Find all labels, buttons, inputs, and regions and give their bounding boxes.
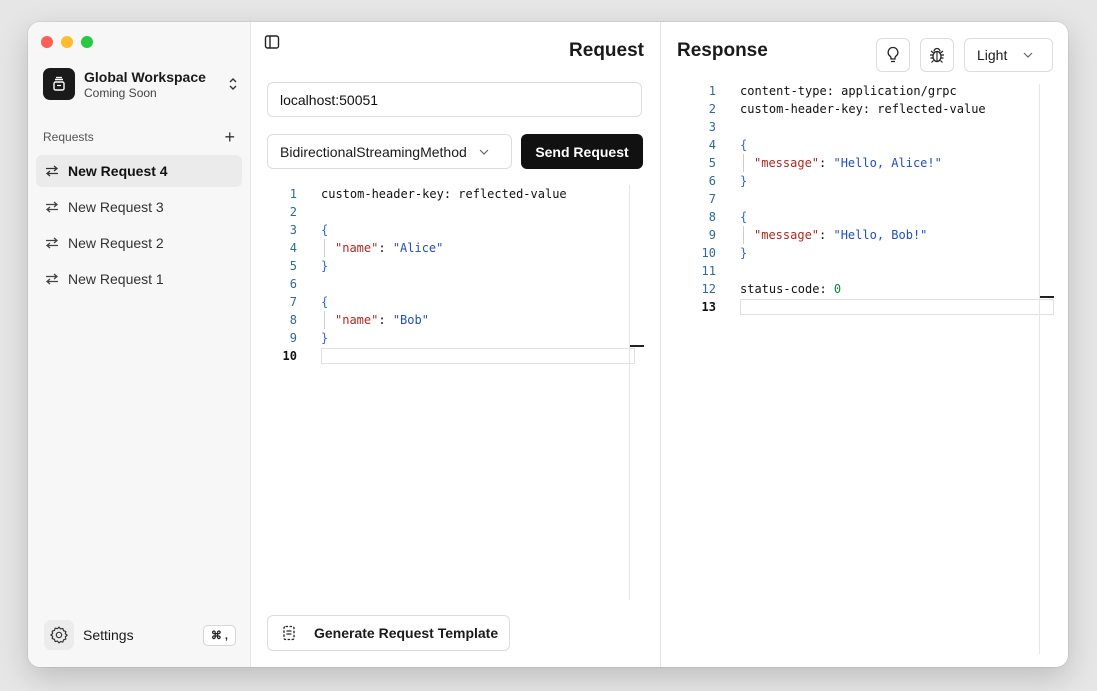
- arrows-left-right-icon: [45, 237, 59, 249]
- line-number: 4: [289, 241, 297, 255]
- line-number: 13: [701, 300, 716, 314]
- request-scroll-marker: [630, 345, 644, 347]
- sidebar: Global Workspace Coming Soon Requests + …: [28, 22, 251, 667]
- minimize-window-button[interactable]: [61, 36, 73, 48]
- gear-icon: [44, 620, 74, 650]
- debug-button[interactable]: [920, 38, 954, 72]
- workspace-title: Global Workspace: [84, 68, 206, 85]
- request-panel: Request BidirectionalStreamingMethod Sen…: [251, 22, 661, 667]
- arrows-left-right-icon: [45, 273, 59, 285]
- code-line: }: [321, 331, 329, 345]
- workspace-logo: [43, 68, 75, 100]
- hint-button[interactable]: [876, 38, 910, 72]
- sidebar-item-new-request-4[interactable]: New Request 4: [36, 155, 242, 187]
- response-viewer[interactable]: 1 content-type: application/grpc 2 custom-…: [686, 82, 1054, 316]
- zoom-window-button[interactable]: [81, 36, 93, 48]
- line-number: 7: [708, 192, 716, 206]
- line-number: 8: [708, 210, 716, 224]
- theme-select-value: Light: [977, 47, 1008, 63]
- line-number: 6: [289, 277, 297, 291]
- send-request-button[interactable]: Send Request: [521, 134, 643, 169]
- line-number: 1: [289, 187, 297, 201]
- code-line: custom-header-key: reflected-value: [321, 187, 567, 201]
- line-number: 5: [708, 156, 716, 170]
- template-icon: [282, 625, 296, 641]
- code-line: "name": "Alice": [297, 239, 443, 257]
- theme-select[interactable]: Light: [964, 38, 1053, 72]
- close-window-button[interactable]: [41, 36, 53, 48]
- request-editor[interactable]: 1 custom-header-key: reflected-value 2 3 {…: [267, 185, 635, 365]
- request-list: New Request 4 New Request 3 New Request …: [36, 155, 242, 299]
- sidebar-toggle-icon[interactable]: [264, 34, 280, 55]
- requests-heading: Requests: [43, 130, 94, 144]
- request-title: Request: [569, 40, 644, 61]
- line-number: 9: [289, 331, 297, 345]
- line-number: 2: [708, 102, 716, 116]
- url-input[interactable]: [267, 82, 642, 117]
- line-number: 12: [701, 282, 716, 296]
- code-line: "name": "Bob": [297, 311, 429, 329]
- sidebar-item-label: New Request 4: [68, 163, 168, 179]
- sidebar-item-label: New Request 3: [68, 199, 164, 215]
- code-line: }: [321, 259, 329, 273]
- code-line: custom-header-key: reflected-value: [740, 102, 986, 116]
- bug-icon: [930, 47, 944, 63]
- response-title: Response: [677, 40, 768, 61]
- line-number: 10: [282, 349, 297, 363]
- active-line: [740, 299, 1054, 315]
- line-number: 3: [289, 223, 297, 237]
- code-line: content-type: application/grpc: [740, 84, 957, 98]
- settings-button[interactable]: Settings ⌘ ,: [44, 620, 236, 650]
- workspace-subtitle: Coming Soon: [84, 85, 157, 100]
- code-line: status-code: 0: [740, 282, 842, 296]
- settings-shortcut-badge: ⌘ ,: [202, 624, 236, 646]
- code-line: {: [740, 138, 748, 152]
- plus-icon[interactable]: +: [224, 128, 235, 146]
- response-panel: Response Light 1 content-type: applicatio…: [661, 22, 1068, 667]
- line-number: 7: [289, 295, 297, 309]
- sidebar-item-new-request-3[interactable]: New Request 3: [36, 191, 242, 223]
- response-scrollbar[interactable]: [1039, 84, 1040, 654]
- arrows-left-right-icon: [45, 201, 59, 213]
- sidebar-item-new-request-1[interactable]: New Request 1: [36, 263, 242, 295]
- lightbulb-icon: [887, 46, 899, 63]
- arrows-left-right-icon: [45, 165, 59, 177]
- request-scrollbar[interactable]: [629, 185, 630, 600]
- chevron-down-icon: [1023, 52, 1033, 58]
- sidebar-item-label: New Request 2: [68, 235, 164, 251]
- settings-label: Settings: [83, 627, 134, 643]
- stack-icon: [53, 76, 65, 91]
- sidebar-item-label: New Request 1: [68, 271, 164, 287]
- line-number: 11: [701, 264, 716, 278]
- app-window: Global Workspace Coming Soon Requests + …: [28, 22, 1068, 667]
- line-number: 2: [289, 205, 297, 219]
- generate-template-label: Generate Request Template: [314, 625, 499, 641]
- code-line: {: [321, 295, 329, 309]
- response-scroll-marker: [1040, 296, 1054, 298]
- line-number: 4: [708, 138, 716, 152]
- generate-template-button[interactable]: Generate Request Template: [267, 615, 510, 651]
- line-number: 9: [708, 228, 716, 242]
- code-line: "message": "Hello, Bob!": [716, 226, 927, 244]
- chevron-up-down-icon: [225, 74, 241, 94]
- code-line: {: [740, 210, 748, 224]
- code-line: "message": "Hello, Alice!": [716, 154, 942, 172]
- line-number: 5: [289, 259, 297, 273]
- code-line: }: [740, 174, 748, 188]
- window-controls: [41, 36, 93, 48]
- line-number: 10: [701, 246, 716, 260]
- method-select-value: BidirectionalStreamingMethod: [280, 143, 467, 160]
- workspace-switcher[interactable]: Global Workspace Coming Soon: [43, 66, 241, 102]
- code-line: {: [321, 223, 329, 237]
- line-number: 1: [708, 84, 716, 98]
- sidebar-item-new-request-2[interactable]: New Request 2: [36, 227, 242, 259]
- line-number: 3: [708, 120, 716, 134]
- requests-header: Requests +: [43, 128, 235, 146]
- chevron-down-icon: [479, 149, 489, 155]
- line-number: 6: [708, 174, 716, 188]
- active-line: [321, 348, 635, 364]
- method-select[interactable]: BidirectionalStreamingMethod: [267, 134, 512, 169]
- code-line: }: [740, 246, 748, 260]
- line-number: 8: [289, 313, 297, 327]
